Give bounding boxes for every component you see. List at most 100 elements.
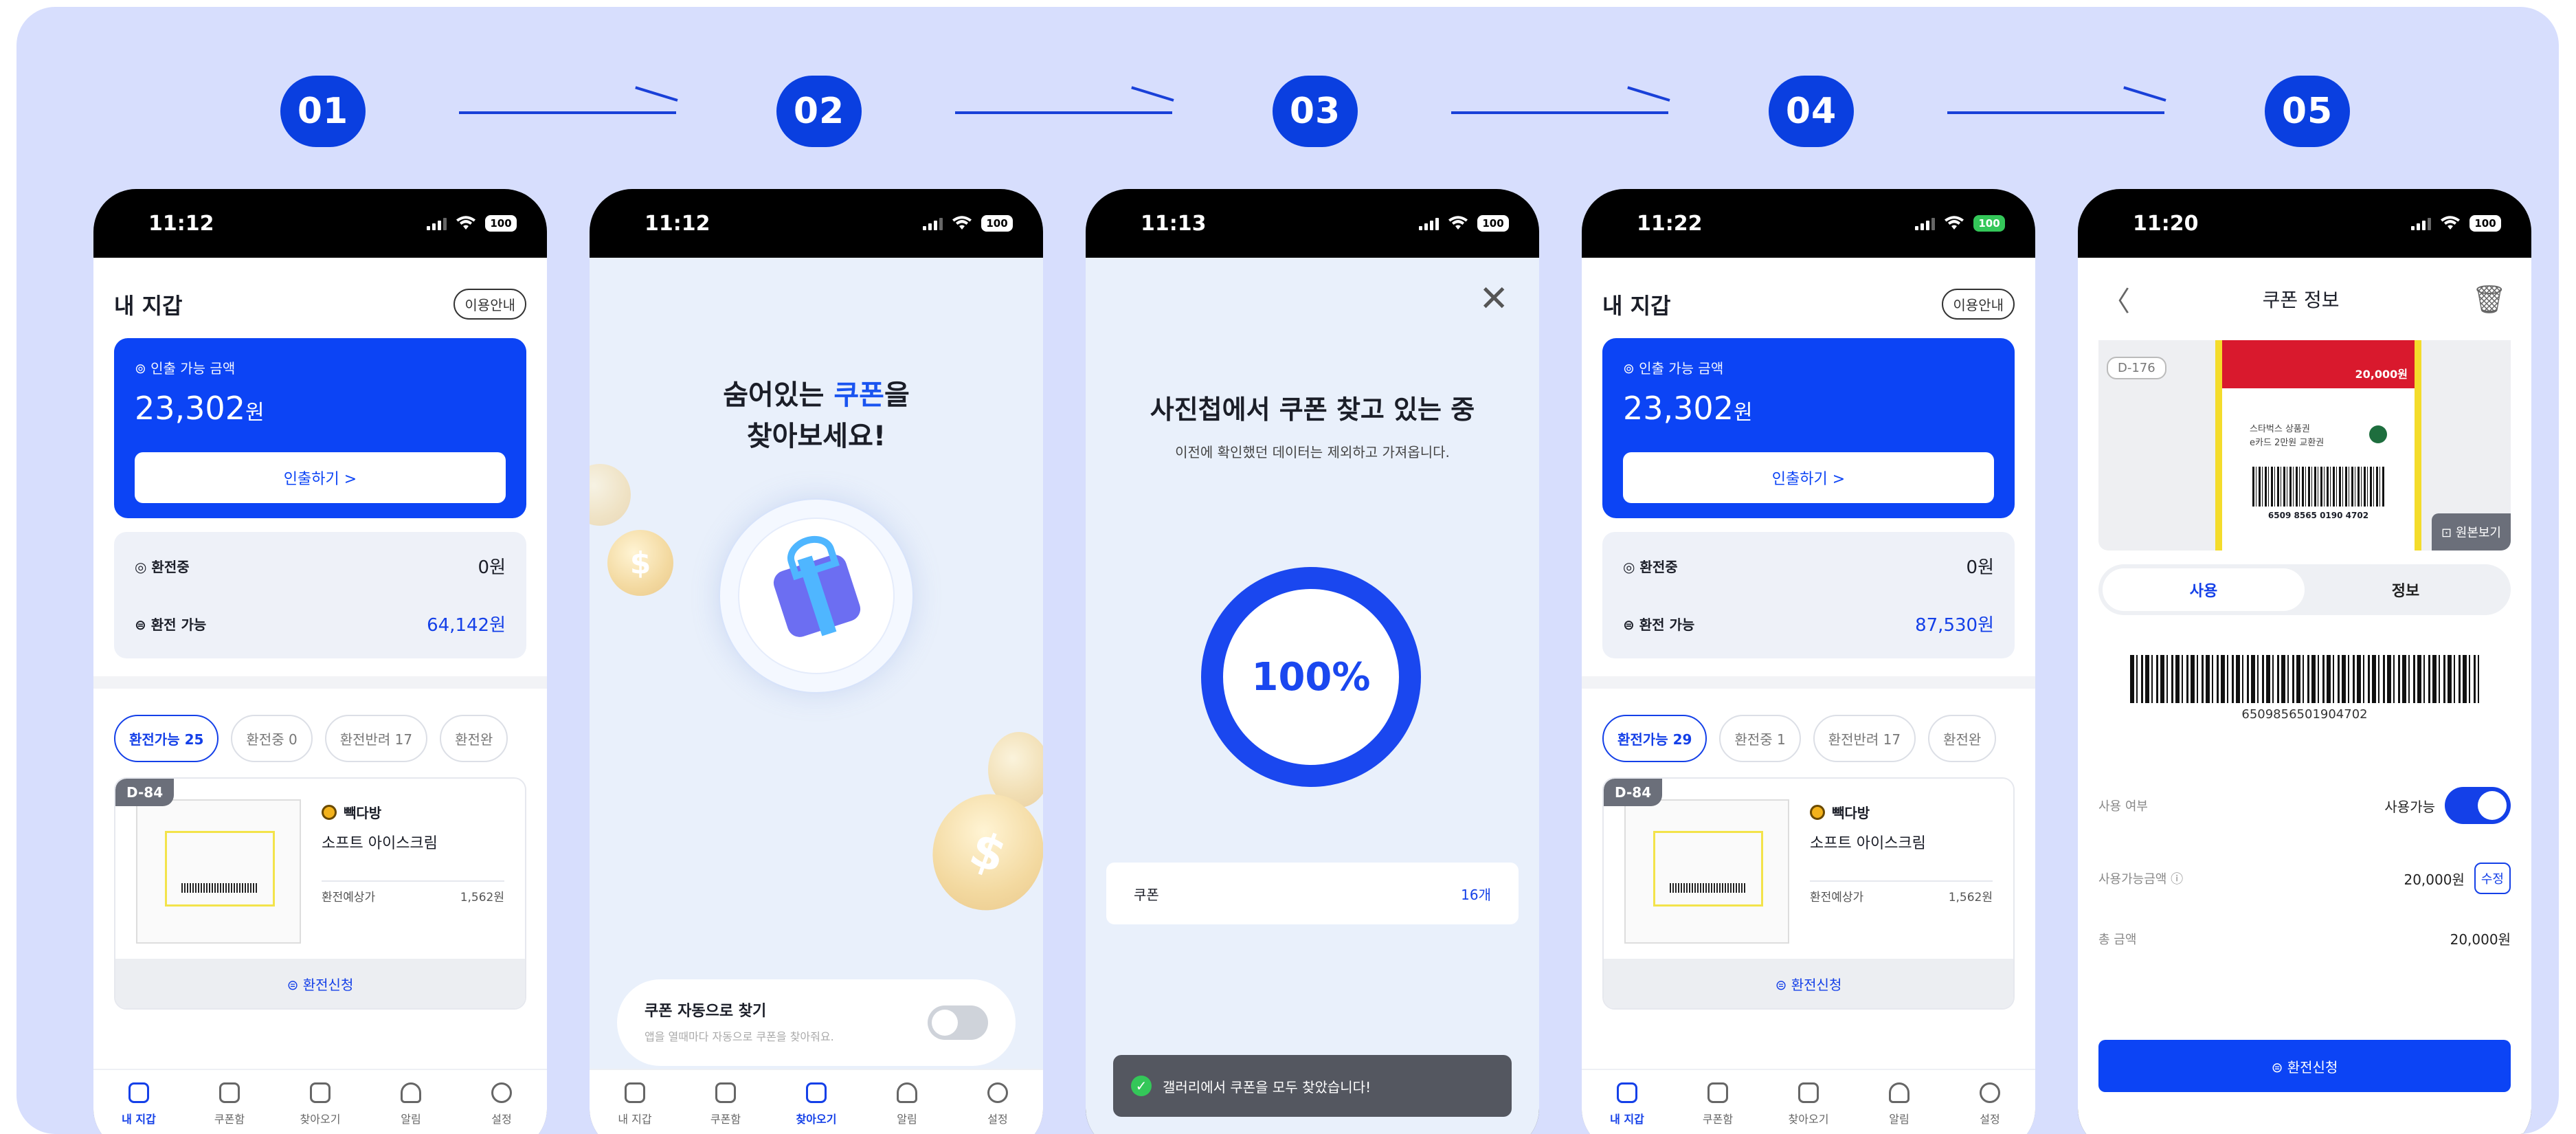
step-badge-3: 03: [1273, 76, 1358, 147]
filter-chips: 환전가능 29 환전중 1 환전반려 17 환전완: [1582, 689, 2035, 762]
wallet-icon: [625, 1082, 645, 1103]
phone-3: 11:13 100 ✕ 사진첩에서 쿠폰 찾고 있는 중 이전에 확인했던 데이…: [1086, 189, 1539, 1134]
withdraw-button[interactable]: 인출하기 >: [1623, 452, 1994, 503]
auto-find-panel: 쿠폰 자동으로 찾기 앱을 열때마다 자동으로 쿠폰을 찾아줘요.: [617, 979, 1016, 1066]
tab-use[interactable]: 사용: [2103, 568, 2305, 611]
amount-value: 20,000원: [2404, 871, 2465, 888]
tab-wallet[interactable]: 내 지갑: [93, 1082, 184, 1134]
chip-exchanging[interactable]: 환전중 1: [1719, 715, 1801, 762]
exchanging-value: 0원: [1966, 557, 1994, 578]
chip-completed[interactable]: 환전완: [440, 715, 508, 762]
exchanging-label: ◎ 환전중: [135, 558, 190, 575]
exchange-summary: ◎ 환전중 0원 ⊜ 환전 가능 64,142원: [114, 532, 526, 658]
tab-alerts[interactable]: 알림: [366, 1082, 456, 1134]
tab-wallet[interactable]: 내 지갑: [590, 1082, 680, 1134]
status-time: 11:12: [148, 211, 214, 236]
exchangeable-value: 87,530원: [1915, 614, 1994, 636]
use-toggle[interactable]: [2445, 787, 2511, 824]
gift-illustration: [719, 498, 914, 693]
dday-badge: D-84: [1604, 779, 1663, 806]
apply-exchange-button[interactable]: ⊜ 환전신청: [2098, 1040, 2511, 1092]
product-name: 소프트 아이스크림: [322, 835, 438, 852]
chip-exchanging[interactable]: 환전중 0: [231, 715, 313, 762]
coupon-box-icon: [219, 1082, 240, 1103]
tab-alerts[interactable]: 알림: [1854, 1082, 1945, 1134]
coupon-detail-screen: 〈 쿠폰 정보 🗑 20,000원 스타벅스 상품권 e카드 2만원 교환권 65…: [2078, 258, 2531, 1134]
est-value: 1,562원: [460, 891, 504, 904]
tab-settings[interactable]: 설정: [456, 1082, 547, 1134]
tab-find[interactable]: 찾아오기: [275, 1082, 366, 1134]
success-toast: ✓ 갤러리에서 쿠폰을 모두 찾았습니다!: [1113, 1055, 1512, 1117]
phone-5: 11:20 100 〈 쿠폰 정보 🗑 20,000원 스타벅스 상품권 e카드 …: [2078, 189, 2531, 1134]
withdraw-button[interactable]: 인출하기 >: [135, 452, 506, 503]
guide-button[interactable]: 이용안내: [1942, 289, 2015, 320]
tab-info[interactable]: 정보: [2305, 568, 2507, 611]
chip-exchangeable[interactable]: 환전가능 29: [1602, 715, 1707, 762]
status-time: 11:22: [1637, 211, 1703, 236]
balance-card: ⊚ 인출 가능 금액 23,302원 인출하기 >: [114, 338, 526, 518]
chip-completed[interactable]: 환전완: [1928, 715, 1997, 762]
exchange-summary: ◎ 환전중 0원 ⊜ 환전 가능 87,530원: [1602, 532, 2015, 658]
exchangeable-label: ⊜ 환전 가능: [1623, 616, 1695, 633]
close-icon[interactable]: ✕: [1479, 278, 1509, 320]
chip-exchangeable[interactable]: 환전가능 25: [114, 715, 219, 762]
tab-coupons[interactable]: 쿠폰함: [184, 1082, 275, 1134]
coupon-card[interactable]: D-84 빽다방 소프트 아이스크림 환전예상가 1,562원 ⊜ 환전신청: [114, 777, 526, 1010]
signal-icon: [1419, 216, 1439, 230]
find-icon: [310, 1082, 331, 1103]
exchanging-label: ◎ 환전중: [1623, 558, 1678, 575]
page-title: 쿠폰 정보: [2262, 289, 2340, 311]
apply-exchange-button[interactable]: ⊜ 환전신청: [115, 959, 525, 1008]
guide-button[interactable]: 이용안내: [453, 289, 526, 320]
tab-coupons[interactable]: 쿠폰함: [1672, 1082, 1763, 1134]
tab-find[interactable]: 찾아오기: [771, 1082, 862, 1134]
balance-amount: 23,302원: [135, 390, 265, 427]
apply-exchange-button[interactable]: ⊜ 환전신청: [1604, 959, 2013, 1008]
tab-settings[interactable]: 설정: [952, 1082, 1043, 1134]
store-logo-icon: [1810, 804, 1825, 820]
ticket-name: 스타벅스 상품권 e카드 2만원 교환권: [2250, 424, 2325, 448]
tab-settings[interactable]: 설정: [1945, 1082, 2035, 1134]
find-icon: [1798, 1082, 1819, 1103]
toast-text: 갤러리에서 쿠폰을 모두 찾았습니다!: [1163, 1078, 1371, 1096]
bell-icon: [897, 1082, 917, 1103]
balance-amount: 23,302원: [1623, 390, 1753, 427]
store-logo-icon: [322, 804, 337, 820]
product-name: 소프트 아이스크림: [1810, 835, 1926, 852]
chip-rejected[interactable]: 환전반려 17: [1813, 715, 1916, 762]
chip-rejected[interactable]: 환전반려 17: [324, 715, 428, 762]
tab-alerts[interactable]: 알림: [862, 1082, 952, 1134]
battery-icon: 100: [1973, 215, 2005, 232]
auto-find-toggle[interactable]: [928, 1005, 988, 1040]
wifi-icon: [952, 216, 972, 231]
page-title: 내 지갑: [114, 292, 183, 319]
coupon-thumbnail: [1624, 799, 1789, 944]
gear-icon: [987, 1082, 1008, 1103]
trash-icon[interactable]: 🗑: [2472, 283, 2507, 315]
store-name: 빽다방: [1832, 805, 1870, 821]
battery-icon: 100: [485, 215, 517, 232]
status-bar: 11:22 100: [1582, 189, 2035, 258]
use-status-value: 사용가능: [2384, 798, 2435, 815]
edit-button[interactable]: 수정: [2474, 863, 2511, 894]
exchange-icon: ◎: [135, 558, 152, 575]
signal-icon: [2411, 216, 2431, 230]
status-time: 11:20: [2133, 211, 2199, 236]
wallet-icon: [128, 1082, 149, 1103]
wallet-screen: 내 지갑 이용안내 ⊚ 인출 가능 금액 23,302원 인출하기 > ◎ 환전…: [93, 258, 547, 1134]
use-status-row: 사용 여부 사용가능: [2098, 787, 2511, 824]
coupon-card[interactable]: D-84 빽다방 소프트 아이스크림 환전예상가 1,562원 ⊜ 환전신청: [1602, 777, 2015, 1010]
est-value: 1,562원: [1948, 891, 1993, 904]
battery-icon: 100: [981, 215, 1013, 232]
tab-wallet[interactable]: 내 지갑: [1582, 1082, 1672, 1134]
wifi-icon: [456, 216, 475, 231]
headline: 숨어있는 쿠폰을 찾아보세요!: [723, 379, 910, 452]
tab-find[interactable]: 찾아오기: [1763, 1082, 1854, 1134]
view-original-button[interactable]: ⊡ 원본보기: [2431, 513, 2511, 551]
tab-coupons[interactable]: 쿠폰함: [680, 1082, 771, 1134]
scanning-headline: 사진첩에서 쿠폰 찾고 있는 중: [1150, 394, 1475, 425]
tab-bar: 내 지갑 쿠폰함 찾아오기 알림 설정: [1582, 1069, 2035, 1134]
back-icon[interactable]: 〈: [2103, 279, 2130, 319]
signal-icon: [1915, 216, 1935, 230]
ticket-price: 20,000원: [2222, 340, 2415, 388]
